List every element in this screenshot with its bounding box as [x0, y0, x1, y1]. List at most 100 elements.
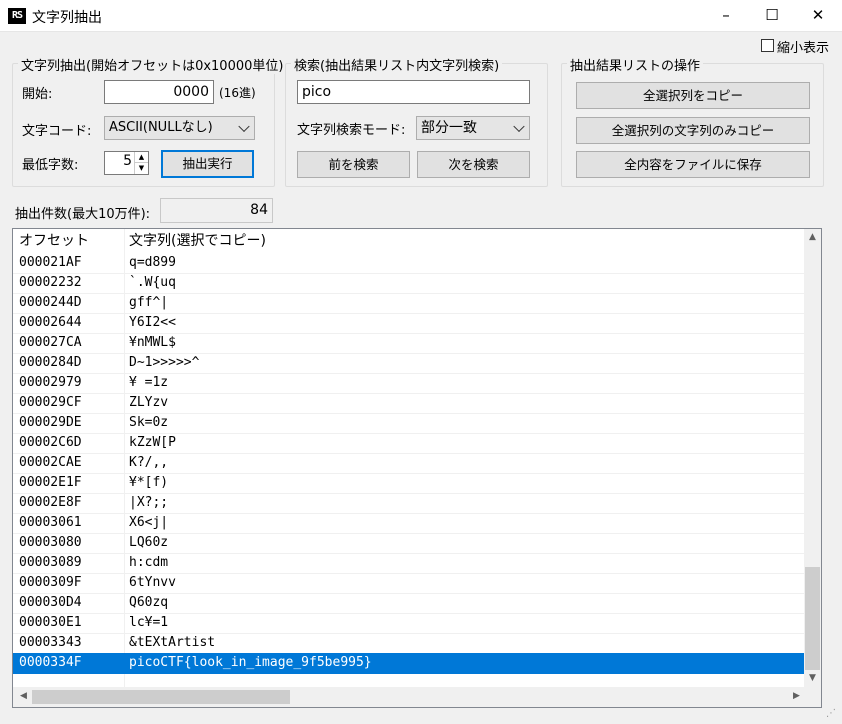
string-cell: X6<j| [129, 515, 169, 530]
offset-cell: 0000284D [19, 355, 82, 370]
string-cell: ¥nMWL$ [129, 335, 176, 350]
offset-cell: 00003080 [19, 535, 82, 550]
copy-selected-strings-button[interactable]: 全選択列の文字列のみコピー [576, 117, 810, 144]
offset-cell: 0000309F [19, 575, 82, 590]
table-row[interactable]: 0000244D gff^| [13, 293, 805, 314]
table-row[interactable]: 000030E1 lc¥=1 [13, 613, 805, 634]
string-cell: q=d899 [129, 255, 176, 270]
table-row[interactable]: 00003089 h:cdm [13, 553, 805, 574]
start-offset-unit: (16進) [219, 86, 256, 100]
min-length-label: 最低字数: [22, 158, 79, 173]
stepper-down-icon[interactable]: ▼ [134, 163, 148, 174]
table-row[interactable]: 00002644 Y6I2<< [13, 313, 805, 334]
offset-cell: 000021AF [19, 255, 82, 270]
extract-group-title: 文字列抽出(開始オフセットは0x10000単位) [18, 55, 287, 74]
table-row[interactable]: 000021AF q=d899 [13, 253, 805, 274]
close-button[interactable]: ✕ [795, 0, 841, 31]
string-cell: ¥ =1z [129, 375, 169, 390]
string-cell: |X?;; [129, 495, 169, 510]
offset-cell: 000029DE [19, 415, 82, 430]
scroll-right-icon[interactable]: ▶ [788, 691, 805, 701]
minimize-button[interactable]: – [703, 0, 749, 31]
chevron-down-icon [238, 120, 250, 133]
vertical-scroll-thumb[interactable] [805, 567, 820, 670]
string-cell: LQ60z [129, 535, 169, 550]
table-row[interactable]: 00003343 &tEXtArtist [13, 633, 805, 654]
search-mode-label: 文字列検索モード: [297, 123, 406, 138]
search-mode-select[interactable]: 部分一致 [416, 116, 530, 140]
table-row[interactable]: 000027CA ¥nMWL$ [13, 333, 805, 354]
offset-cell: 00002232 [19, 275, 82, 290]
scroll-up-icon[interactable]: ▲ [804, 232, 821, 242]
table-row[interactable]: 00002E8F |X?;; [13, 493, 805, 514]
table-row[interactable]: 00003061 X6<j| [13, 513, 805, 534]
min-length-stepper[interactable]: 5 ▲ ▼ [104, 151, 149, 175]
chevron-down-icon [513, 120, 525, 133]
maximize-button[interactable]: ☐ [749, 0, 795, 31]
offset-cell: 00002C6D [19, 435, 82, 450]
save-to-file-button[interactable]: 全内容をファイルに保存 [576, 151, 810, 178]
table-row[interactable]: 000030D4 Q60zq [13, 593, 805, 614]
table-row[interactable]: 00002232 `.W{uq [13, 273, 805, 294]
string-cell: &tEXtArtist [129, 635, 216, 650]
offset-cell: 00002E8F [19, 495, 82, 510]
offset-cell: 000027CA [19, 335, 82, 350]
copy-selected-rows-button[interactable]: 全選択列をコピー [576, 82, 810, 109]
offset-cell: 00003061 [19, 515, 82, 530]
result-count-label: 抽出件数(最大10万件): [15, 207, 151, 222]
offset-cell: 00002644 [19, 315, 82, 330]
search-group-title: 検索(抽出結果リスト内文字列検索) [291, 55, 503, 74]
search-next-button[interactable]: 次を検索 [417, 151, 530, 178]
search-prev-button[interactable]: 前を検索 [297, 151, 410, 178]
string-cell: lc¥=1 [129, 615, 169, 630]
start-offset-input[interactable]: 0000 [104, 80, 214, 104]
table-row[interactable]: 0000334F picoCTF{look_in_image_9f5be995} [13, 653, 805, 674]
encoding-select[interactable]: ASCII(NULLなし) [104, 116, 255, 140]
compact-view-label: 縮小表示 [777, 41, 830, 56]
stepper-up-icon[interactable]: ▲ [134, 152, 148, 163]
search-input[interactable]: pico [297, 80, 530, 104]
offset-cell: 0000244D [19, 295, 82, 310]
result-list[interactable]: オフセット 文字列(選択でコピー) 000021AF q=d899 00002232… [12, 228, 822, 708]
offset-cell: 00003343 [19, 635, 82, 650]
table-row[interactable]: 000029CF ZLYzv [13, 393, 805, 414]
string-cell: Q60zq [129, 595, 169, 610]
string-cell: ZLYzv [129, 395, 169, 410]
table-row[interactable]: 000029DE Sk=0z [13, 413, 805, 434]
string-cell: K?/,, [129, 455, 169, 470]
app-icon: RS [8, 8, 26, 24]
offset-cell: 000029CF [19, 395, 82, 410]
string-cell: ¥*[f) [129, 475, 169, 490]
table-row[interactable]: 00003080 LQ60z [13, 533, 805, 554]
horizontal-scroll-thumb[interactable] [32, 690, 290, 704]
string-cell: Sk=0z [129, 415, 169, 430]
compact-view-checkbox[interactable] [761, 39, 774, 52]
table-row[interactable]: 0000309F 6tYnvv [13, 573, 805, 594]
string-cell: picoCTF{look_in_image_9f5be995} [129, 655, 372, 670]
vertical-scrollbar[interactable]: ▲ ▼ [804, 229, 821, 688]
column-header-string[interactable]: 文字列(選択でコピー) [129, 229, 266, 253]
table-row[interactable]: 00002979 ¥ =1z [13, 373, 805, 394]
encoding-label: 文字コード: [22, 124, 92, 139]
window-title: 文字列抽出 [32, 10, 102, 26]
resize-grip-icon[interactable]: ⋰ [826, 708, 836, 719]
string-cell: gff^| [129, 295, 169, 310]
table-row[interactable]: 00002E1F ¥*[f) [13, 473, 805, 494]
table-row[interactable]: 00002CAE K?/,, [13, 453, 805, 474]
run-extract-button[interactable]: 抽出実行 [161, 150, 254, 178]
offset-cell: 00002CAE [19, 455, 82, 470]
start-offset-label: 開始: [22, 87, 53, 102]
scroll-left-icon[interactable]: ◀ [15, 691, 32, 701]
column-header-offset[interactable]: オフセット [19, 229, 89, 253]
string-cell: 6tYnvv [129, 575, 176, 590]
search-mode-value: 部分一致 [421, 120, 477, 136]
scroll-down-icon[interactable]: ▼ [804, 673, 821, 683]
list-ops-group-title: 抽出結果リストの操作 [567, 55, 704, 74]
table-row[interactable]: 00002C6D kZzW[P [13, 433, 805, 454]
table-row[interactable]: 0000284D D~1>>>>>^ [13, 353, 805, 374]
string-cell: h:cdm [129, 555, 169, 570]
result-count-value: 84 [160, 198, 273, 223]
horizontal-scrollbar[interactable]: ◀ ▶ [13, 687, 821, 707]
offset-cell: 00002E1F [19, 475, 82, 490]
string-cell: kZzW[P [129, 435, 176, 450]
